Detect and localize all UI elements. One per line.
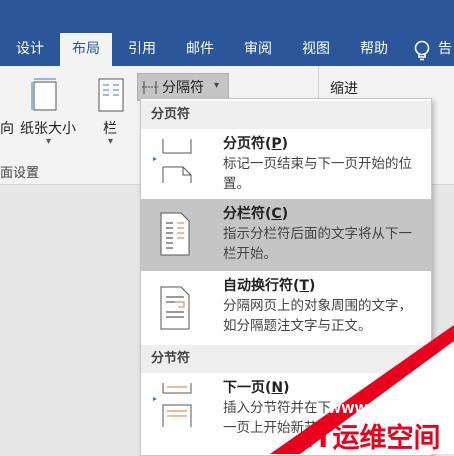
lightbulb-icon[interactable]: [412, 40, 432, 62]
menu-item-description: 指示分栏符后面的文字将从下一栏开始。: [223, 226, 412, 262]
menu-item-page-break[interactable]: 分页符(P) 标记一页结束与下一页开始的位置。: [141, 129, 431, 199]
chevron-down-icon: ▾: [214, 80, 220, 91]
tab-help[interactable]: 帮助: [352, 33, 396, 66]
tab-design[interactable]: 设计: [8, 33, 52, 66]
columns-icon: [98, 78, 124, 112]
chevron-down-icon: ▾: [46, 136, 52, 147]
page-break-icon: [142, 81, 158, 94]
menu-item-column-break[interactable]: 分栏符(C) 指示分栏符后面的文字将从下一栏开始。: [141, 199, 431, 271]
menu-item-title: 分栏符(C): [223, 206, 289, 222]
menu-item-title: 分页符(P): [223, 136, 289, 152]
page-breaks-header: 分页符: [141, 101, 431, 129]
indent-label: 缩进: [330, 81, 358, 97]
title-bar: [0, 0, 454, 33]
ribbon-tabs: 设计 布局 引用 邮件 审阅 视图 帮助 告: [0, 33, 454, 66]
text-wrapping-icon: [160, 286, 190, 330]
menu-item-description: 标记一页结束与下一页开始的位置。: [223, 156, 412, 192]
watermark-text: IT运维空间: [304, 422, 440, 454]
site-watermark: WWW.94IP.COM IT运维空间: [270, 325, 454, 454]
breaks-button[interactable]: 分隔符 ▾: [137, 73, 229, 101]
orientation-label[interactable]: 向: [0, 118, 14, 138]
menu-item-title: 自动换行符(T): [223, 278, 316, 294]
watermark-url: WWW.94IP.COM: [328, 402, 435, 416]
tab-view[interactable]: 视图: [294, 33, 338, 66]
tab-review[interactable]: 审阅: [236, 33, 280, 66]
tab-mailings[interactable]: 邮件: [178, 33, 222, 66]
tab-tell-me[interactable]: 告: [438, 33, 454, 66]
tab-layout[interactable]: 布局: [60, 33, 112, 66]
page-break-icon: [153, 139, 192, 183]
breaks-label: 分隔符: [162, 80, 204, 96]
page-size-icon: [31, 78, 57, 111]
column-break-icon: [160, 212, 190, 256]
tab-references[interactable]: 引用: [120, 33, 164, 66]
page-size-button[interactable]: 纸张大小: [20, 118, 76, 138]
next-page-section-icon: [153, 383, 192, 427]
columns-button[interactable]: 栏: [103, 118, 117, 138]
page-setup-group-label: 面设置: [0, 166, 40, 181]
chevron-down-icon: ▾: [108, 136, 114, 147]
